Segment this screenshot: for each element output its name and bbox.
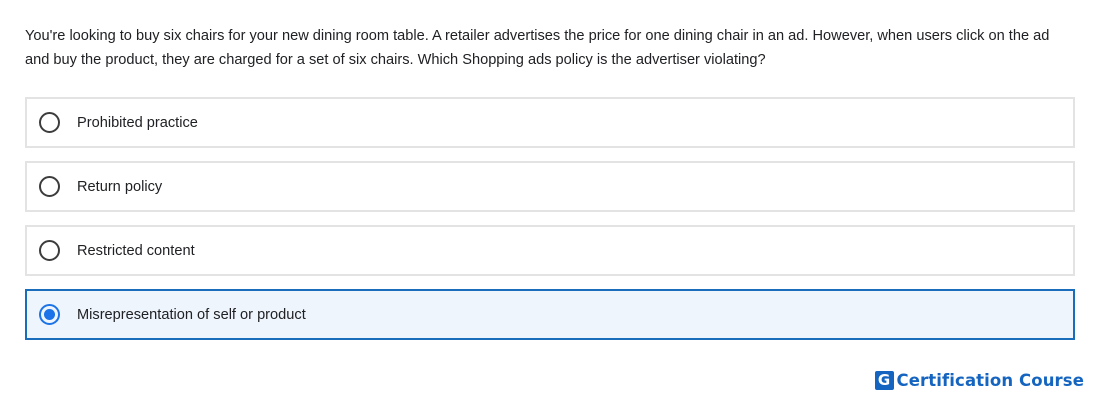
question-text: You're looking to buy six chairs for you… <box>25 28 1050 68</box>
answer-option-label: Misrepresentation of self or product <box>77 306 306 323</box>
brand-logo: G Certification Course <box>874 371 1084 390</box>
answer-option-label: Return policy <box>77 178 163 195</box>
radio-button[interactable] <box>39 176 60 197</box>
answer-option-misrepresentation[interactable]: Misrepresentation of self or product <box>25 289 1075 340</box>
radio-button[interactable] <box>39 112 60 133</box>
answer-options: Prohibited practice Return policy Restri… <box>25 97 1075 353</box>
answer-option-label: Restricted content <box>77 242 195 259</box>
brand-name: Certification Course <box>896 371 1084 390</box>
answer-option-prohibited-practice[interactable]: Prohibited practice <box>25 97 1075 148</box>
radio-button[interactable] <box>39 304 60 325</box>
answer-option-return-policy[interactable]: Return policy <box>25 161 1075 212</box>
answer-option-restricted-content[interactable]: Restricted content <box>25 225 1075 276</box>
radio-selected-dot <box>44 309 55 320</box>
answer-option-label: Prohibited practice <box>77 114 198 131</box>
radio-button[interactable] <box>39 240 60 261</box>
brand-logo-icon: G <box>874 371 894 390</box>
